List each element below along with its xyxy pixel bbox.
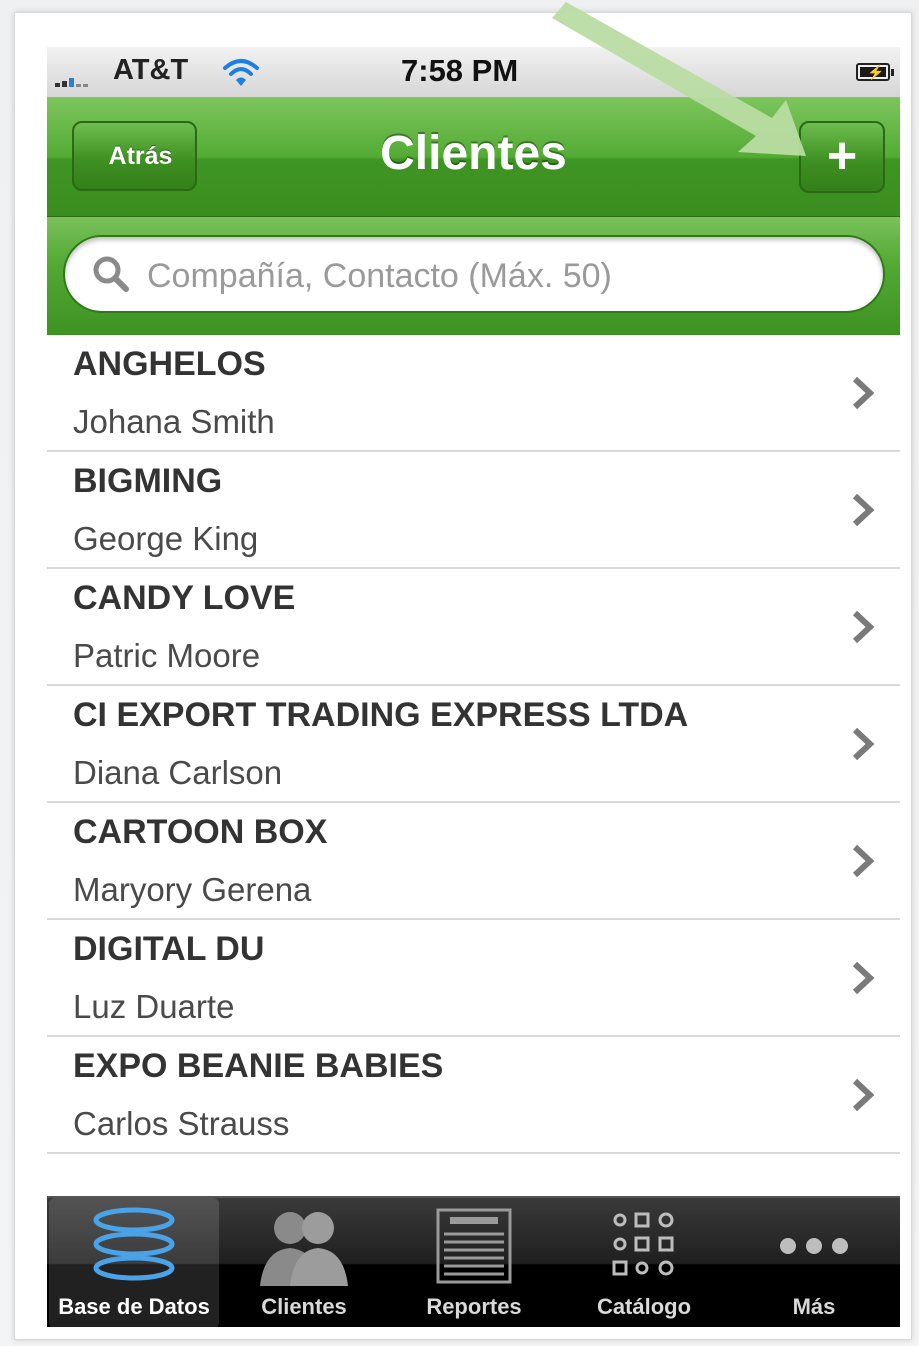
company-name: CI EXPORT TRADING EXPRESS LTDA bbox=[73, 696, 689, 734]
tab-label: Base de Datos bbox=[58, 1294, 210, 1319]
status-bar: AT&T 7:58 PM ⚡ bbox=[47, 47, 900, 98]
catalog-icon bbox=[612, 1212, 674, 1276]
list-item[interactable]: ANGHELOS Johana Smith bbox=[47, 335, 900, 452]
tab-label: Catálogo bbox=[596, 1294, 692, 1319]
chevron-right-icon bbox=[852, 1078, 875, 1112]
carrier-name: AT&T bbox=[113, 54, 189, 86]
clock: 7:58 PM bbox=[401, 53, 519, 88]
battery-icon: ⚡ bbox=[856, 63, 894, 81]
contact-name: Johana Smith bbox=[73, 403, 275, 440]
more-icon bbox=[780, 1238, 848, 1254]
contact-name: Diana Carlson bbox=[73, 754, 283, 791]
chevron-right-icon bbox=[852, 493, 875, 527]
search-field[interactable] bbox=[63, 235, 885, 313]
company-name: CARTOON BOX bbox=[73, 813, 328, 851]
search-icon bbox=[93, 256, 129, 292]
people-icon bbox=[260, 1212, 348, 1286]
back-button-label: Atrás bbox=[108, 142, 173, 170]
tab-base-de-datos[interactable]: Base de Datos bbox=[49, 1198, 219, 1327]
list-item[interactable]: DIGITAL DU Luz Duarte bbox=[47, 920, 900, 1037]
list-item[interactable]: CI EXPORT TRADING EXPRESS LTDA Diana Car… bbox=[47, 686, 900, 803]
chevron-right-icon bbox=[852, 727, 875, 761]
search-bar bbox=[47, 217, 900, 335]
company-name: ANGHELOS bbox=[73, 345, 266, 383]
signal-strength-icon bbox=[55, 65, 88, 87]
company-name: DIGITAL DU bbox=[73, 930, 265, 968]
tab-label: Más bbox=[792, 1294, 836, 1319]
company-name: EXPO BEANIE BABIES bbox=[73, 1047, 444, 1085]
company-name: CANDY LOVE bbox=[73, 579, 296, 617]
tab-catalogo[interactable]: Catálogo bbox=[559, 1198, 729, 1327]
phone-screen: AT&T 7:58 PM ⚡ Atrás Clientes + ANGHELOS… bbox=[47, 47, 900, 1327]
page-title: Clientes bbox=[380, 127, 567, 180]
tab-reportes[interactable]: Reportes bbox=[389, 1198, 559, 1327]
contact-name: Luz Duarte bbox=[73, 988, 235, 1025]
database-icon bbox=[93, 1207, 175, 1281]
contact-name: Patric Moore bbox=[73, 637, 261, 674]
list-item[interactable]: CANDY LOVE Patric Moore bbox=[47, 569, 900, 686]
list-item[interactable]: EXPO BEANIE BABIES Carlos Strauss bbox=[47, 1037, 900, 1154]
chevron-right-icon bbox=[852, 376, 875, 410]
search-input[interactable] bbox=[145, 247, 849, 305]
contact-name: Maryory Gerena bbox=[73, 871, 312, 908]
list-item[interactable]: BIGMING George King bbox=[47, 452, 900, 569]
client-list: ANGHELOS Johana Smith BIGMING George Kin… bbox=[47, 335, 900, 1154]
company-name: BIGMING bbox=[73, 462, 223, 500]
chevron-right-icon bbox=[852, 961, 875, 995]
tab-mas[interactable]: Más bbox=[729, 1198, 899, 1327]
navigation-bar: Atrás Clientes + bbox=[47, 98, 900, 217]
chevron-right-icon bbox=[852, 610, 875, 644]
contact-name: George King bbox=[73, 520, 259, 557]
report-icon bbox=[436, 1208, 512, 1284]
chevron-right-icon bbox=[852, 844, 875, 878]
wifi-icon bbox=[223, 59, 259, 86]
tab-bar: Base de Datos Clientes Reportes Catálogo… bbox=[47, 1196, 900, 1327]
list-item[interactable]: CARTOON BOX Maryory Gerena bbox=[47, 803, 900, 920]
tab-clientes[interactable]: Clientes bbox=[219, 1198, 389, 1327]
contact-name: Carlos Strauss bbox=[73, 1105, 290, 1142]
tab-label: Clientes bbox=[261, 1294, 347, 1319]
add-client-button[interactable]: + bbox=[799, 121, 885, 193]
tab-label: Reportes bbox=[426, 1294, 522, 1319]
